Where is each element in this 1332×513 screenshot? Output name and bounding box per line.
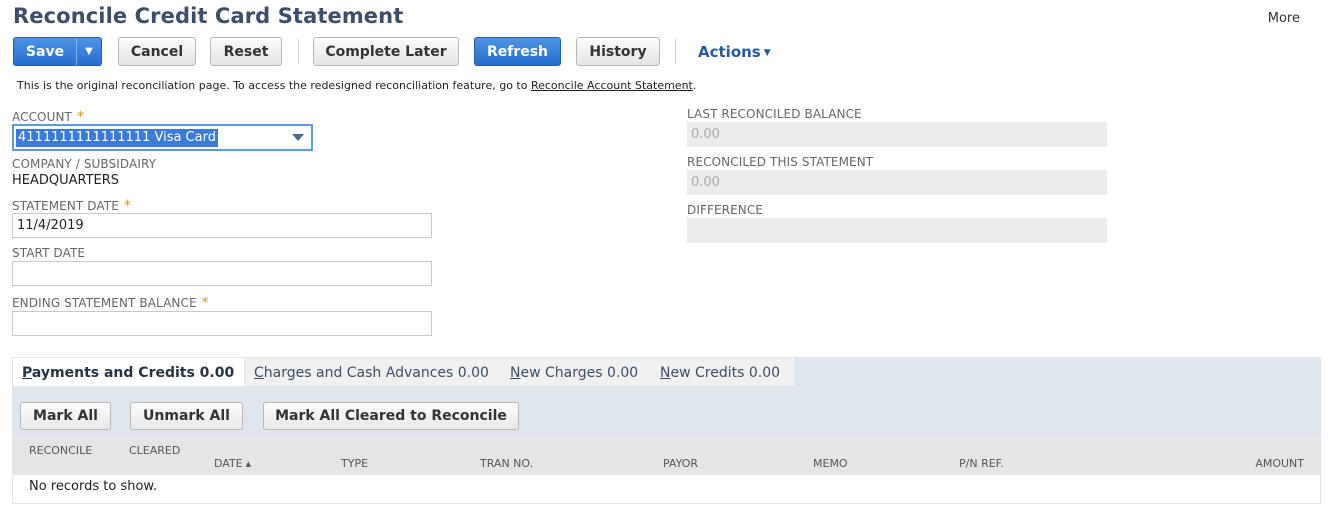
cancel-button[interactable]: Cancel [118, 37, 196, 66]
account-value: 4111111111111111 Visa Card [16, 129, 218, 147]
reconciled-this-field: 0.00 [687, 170, 1107, 195]
difference-label: DIFFERENCE [687, 203, 764, 217]
table-header: RECONCILE CLEARED DATE ▲ TYPE TRAN NO. PA… [13, 435, 1320, 475]
start-date-label: START DATE [12, 246, 86, 260]
save-button[interactable]: Save [13, 37, 77, 66]
col-pn-ref[interactable]: P/N REF. [959, 457, 1004, 470]
account-label: ACCOUNT * [12, 109, 85, 125]
toolbar-separator [675, 39, 676, 64]
page-title: Reconcile Credit Card Statement [13, 4, 404, 28]
notice-suffix: . [692, 79, 697, 92]
actions-menu[interactable]: Actions ▼ [698, 43, 771, 61]
sublist-button-bar: Mark All Unmark All Mark All Cleared to … [13, 386, 1320, 435]
statement-date-field[interactable]: 11/4/2019 [12, 213, 432, 238]
statement-date-label: STATEMENT DATE * [12, 198, 131, 214]
last-reconciled-field: 0.00 [687, 122, 1107, 147]
mark-all-button[interactable]: Mark All [20, 402, 111, 430]
refresh-button[interactable]: Refresh [474, 37, 561, 66]
company-label: COMPANY / SUBSIDAIRY [12, 157, 157, 171]
last-reconciled-label: LAST RECONCILED BALANCE [687, 107, 862, 121]
tab-new-credits[interactable]: New Credits 0.00 [651, 358, 794, 386]
chevron-down-icon: ▼ [763, 48, 771, 58]
complete-later-button[interactable]: Complete Later [313, 37, 459, 66]
col-date[interactable]: DATE ▲ [214, 457, 251, 470]
save-dropdown-icon[interactable]: ▼ [76, 37, 102, 66]
col-payor[interactable]: PAYOR [663, 457, 698, 470]
required-icon: * [77, 109, 85, 125]
reconcile-account-statement-link[interactable]: Reconcile Account Statement [531, 79, 693, 92]
company-value: HEADQUARTERS [12, 173, 120, 188]
tab-payments-and-credits[interactable]: Payments and Credits 0.00 [13, 358, 244, 386]
start-date-field[interactable] [12, 261, 432, 286]
reconciled-this-label: RECONCILED THIS STATEMENT [687, 155, 874, 169]
col-tran-no[interactable]: TRAN NO. [480, 457, 533, 470]
sort-ascending-icon: ▲ [245, 460, 252, 468]
col-cleared[interactable]: CLEARED [129, 444, 180, 457]
unmark-all-button[interactable]: Unmark All [130, 402, 243, 430]
tab-new-charges[interactable]: New Charges 0.00 [501, 358, 651, 386]
caret-down-icon [292, 134, 304, 141]
col-amount[interactable]: AMOUNT [1255, 457, 1304, 470]
notice-text: This is the original reconciliation page… [17, 79, 528, 92]
col-memo[interactable]: MEMO [813, 457, 848, 470]
history-button[interactable]: History [576, 37, 660, 66]
reset-button[interactable]: Reset [210, 37, 282, 66]
empty-message: No records to show. [29, 479, 157, 494]
ending-balance-label: ENDING STATEMENT BALANCE * [12, 295, 209, 311]
mark-all-cleared-button[interactable]: Mark All Cleared to Reconcile [263, 402, 519, 430]
required-icon: * [123, 198, 131, 214]
required-icon: * [201, 295, 209, 311]
actions-label: Actions [698, 43, 761, 61]
account-select[interactable]: 4111111111111111 Visa Card [12, 124, 313, 151]
col-type[interactable]: TYPE [341, 457, 368, 470]
more-link[interactable]: More [1268, 11, 1300, 26]
redesign-notice: This is the original reconciliation page… [17, 79, 696, 92]
tab-charges-and-cash-advances[interactable]: Charges and Cash Advances 0.00 [245, 358, 501, 386]
col-reconcile[interactable]: RECONCILE [29, 444, 92, 457]
save-split-button: Save ▼ [13, 37, 102, 66]
ending-balance-field[interactable] [12, 311, 432, 336]
difference-field [687, 218, 1107, 243]
sublist-panel: Payments and Credits 0.00 Charges and Ca… [12, 357, 1321, 504]
toolbar-separator [298, 39, 299, 64]
